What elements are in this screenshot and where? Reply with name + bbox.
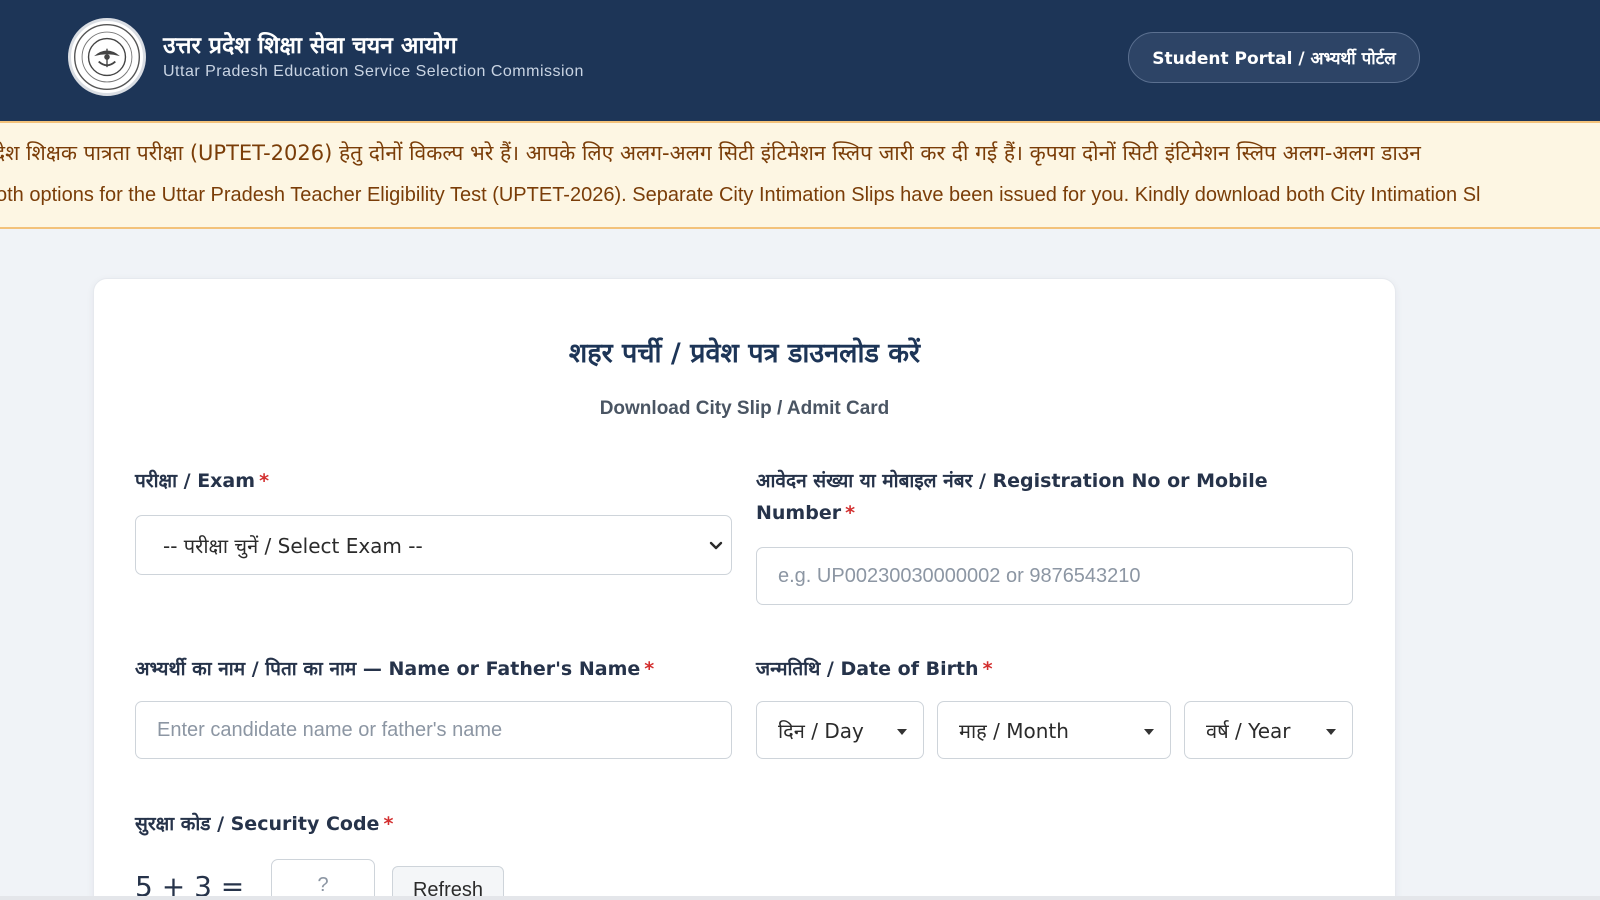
exam-select-value: -- परीक्षा चुनें / Select Exam -- <box>163 533 423 558</box>
dob-month-value: माह / Month <box>959 718 1069 743</box>
site-header: उत्तर प्रदेश शिक्षा सेवा चयन आयोग Uttar … <box>0 0 1600 121</box>
name-input[interactable]: Enter candidate name or father's name <box>135 701 732 759</box>
page-title: शहर पर्ची / प्रवेश पत्र डाउनलोड करें <box>568 338 921 369</box>
exam-label-text: परीक्षा / Exam <box>135 470 256 492</box>
name-label-text: अभ्यर्थी का नाम / पिता का नाम — Name or … <box>135 658 641 680</box>
captcha-placeholder: ? <box>317 873 329 896</box>
chevron-down-icon <box>709 541 723 550</box>
registration-input[interactable]: e.g. UP00230030000002 or 9876543210 <box>756 547 1353 605</box>
caret-down-icon <box>1144 729 1154 735</box>
page-subtitle: Download City Slip / Admit Card <box>599 398 890 419</box>
required-mark: * <box>383 813 394 835</box>
required-mark: * <box>644 658 655 680</box>
captcha-refresh-button[interactable]: Refresh <box>392 866 504 900</box>
dob-year-select[interactable]: वर्ष / Year <box>1184 701 1353 759</box>
security-code-label-text: सुरक्षा कोड / Security Code <box>135 813 380 835</box>
required-mark: * <box>982 658 993 680</box>
notice-text-hindi: देश शिक्षक पात्रता परीक्षा (UPTET-2026) … <box>0 141 1421 165</box>
notice-text-english: oth options for the Uttar Pradesh Teache… <box>0 184 1481 206</box>
dob-label: जन्मतिथि / Date of Birth * <box>756 653 993 685</box>
captcha-answer-input[interactable]: ? <box>271 859 375 900</box>
org-name-hindi: उत्तर प्रदेश शिक्षा सेवा चयन आयोग <box>163 33 457 59</box>
bottom-divider <box>0 896 1600 900</box>
required-mark: * <box>259 470 269 492</box>
org-name-english: Uttar Pradesh Education Service Selectio… <box>163 63 584 80</box>
dob-year-value: वर्ष / Year <box>1206 718 1291 743</box>
dob-day-select[interactable]: दिन / Day <box>756 701 924 759</box>
security-code-label: सुरक्षा कोड / Security Code * <box>135 808 393 840</box>
caret-down-icon <box>897 729 907 735</box>
exam-select[interactable]: -- परीक्षा चुनें / Select Exam -- <box>135 515 732 575</box>
dob-label-text: जन्मतिथि / Date of Birth <box>756 658 979 680</box>
registration-label: आवेदन संख्या या मोबाइल नंबर / Registrati… <box>756 465 1316 529</box>
dob-month-select[interactable]: माह / Month <box>937 701 1171 759</box>
name-label: अभ्यर्थी का नाम / पिता का नाम — Name or … <box>135 653 654 685</box>
registration-placeholder: e.g. UP00230030000002 or 9876543210 <box>778 564 1141 587</box>
registration-label-line1: आवेदन संख्या या मोबाइल नंबर / Registrati… <box>756 470 1268 492</box>
caret-down-icon <box>1326 729 1336 735</box>
up-government-emblem-icon <box>68 18 146 96</box>
student-portal-button[interactable]: Student Portal / अभ्यर्थी पोर्टल <box>1128 32 1420 83</box>
exam-label: परीक्षा / Exam * <box>135 465 269 497</box>
dob-day-value: दिन / Day <box>778 718 864 743</box>
name-placeholder: Enter candidate name or father's name <box>157 718 503 741</box>
registration-label-line2: Number <box>756 502 842 524</box>
required-mark: * <box>845 502 856 524</box>
notice-marquee: देश शिक्षक पात्रता परीक्षा (UPTET-2026) … <box>0 121 1600 229</box>
